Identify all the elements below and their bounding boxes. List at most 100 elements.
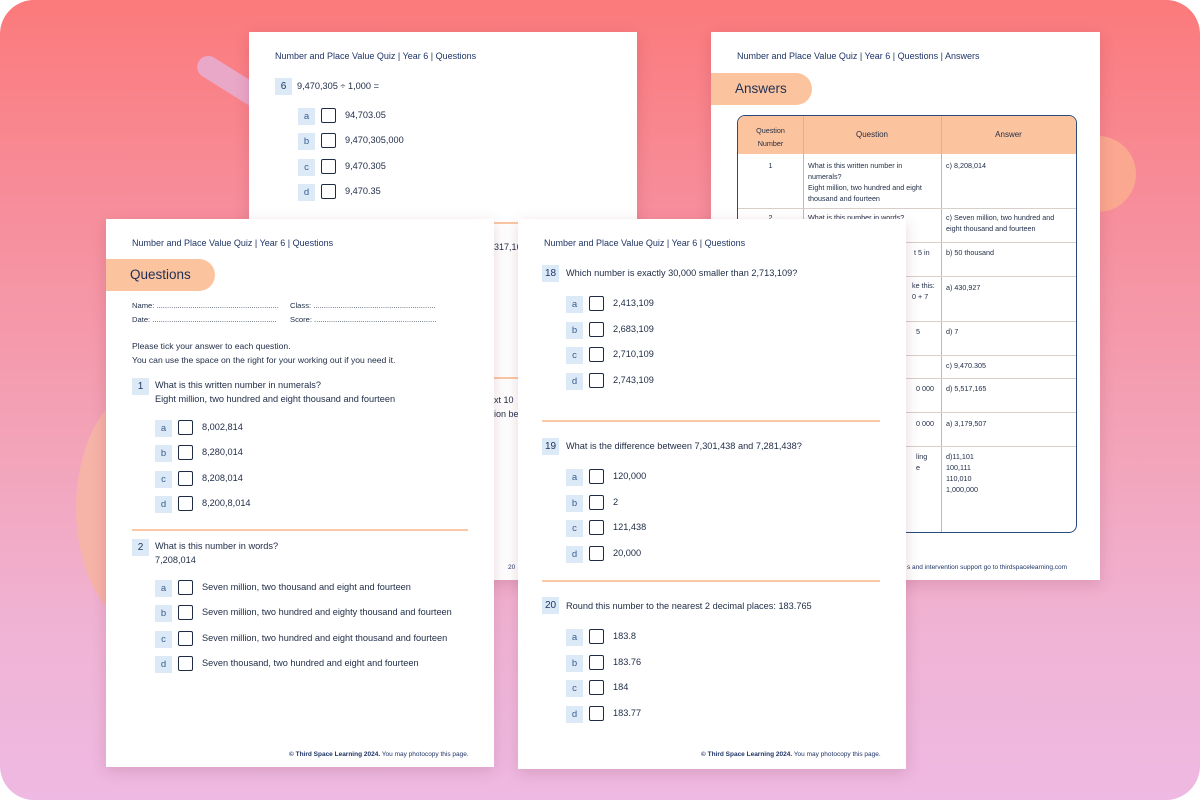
page-header: Number and Place Value Quiz | Year 6 | Q… <box>737 51 980 61</box>
option-text: 20,000 <box>613 548 642 558</box>
option-letter: b <box>155 605 172 622</box>
option-text: 9,470.305 <box>345 161 386 171</box>
score-field[interactable]: Score: .................................… <box>290 315 436 324</box>
answer-checkbox[interactable] <box>178 605 193 620</box>
column-header: Answer <box>995 130 1022 139</box>
option-text: 8,002,814 <box>202 422 243 432</box>
answer-checkbox[interactable] <box>589 520 604 535</box>
option-text: 121,438 <box>613 522 647 532</box>
option-text: 2,743,109 <box>613 375 654 385</box>
option-letter: a <box>566 629 583 646</box>
partial-text: xt 10 <box>494 395 514 405</box>
question-text: What is this number in words? 7,208,014 <box>155 539 278 567</box>
photocopy-note: You may photocopy this page. <box>380 751 469 758</box>
option-letter: a <box>155 420 172 437</box>
option-letter: d <box>155 496 172 513</box>
answer-checkbox[interactable] <box>589 706 604 721</box>
cell-line: 1,000,000 <box>946 485 978 494</box>
answer-checkbox[interactable] <box>589 495 604 510</box>
cell-line: d)11,101 <box>946 452 974 461</box>
answer-checkbox[interactable] <box>589 680 604 695</box>
question-number: 20 <box>542 597 559 614</box>
option-letter: d <box>298 184 315 201</box>
option-text: 183.77 <box>613 708 642 718</box>
answer-checkbox[interactable] <box>589 347 604 362</box>
answer-checkbox[interactable] <box>589 546 604 561</box>
section-title: Answers <box>711 73 812 105</box>
option-letter: b <box>566 655 583 672</box>
question-line: What is this written number in numerals? <box>155 380 321 390</box>
option-text: Seven million, two hundred and eighty th… <box>202 607 452 617</box>
answer-checkbox[interactable] <box>321 133 336 148</box>
answer-checkbox[interactable] <box>178 656 193 671</box>
answer-checkbox[interactable] <box>178 445 193 460</box>
option-text: 8,208,014 <box>202 473 243 483</box>
instruction-line: Please tick your answer to each question… <box>132 341 291 351</box>
option-text: 94,703.05 <box>345 110 386 120</box>
answer-checkbox[interactable] <box>178 420 193 435</box>
cell-line: c) Seven million, two hundred and <box>946 213 1055 222</box>
option-letter: c <box>566 347 583 364</box>
instructions: Please tick your answer to each question… <box>132 339 395 367</box>
table-cell: ke this: 0 + 7 <box>912 280 935 302</box>
date-field[interactable]: Date: ..................................… <box>132 315 277 324</box>
class-field[interactable]: Class: .................................… <box>290 301 436 310</box>
section-divider <box>542 420 880 422</box>
option-letter: b <box>155 445 172 462</box>
question-text: Which number is exactly 30,000 smaller t… <box>566 268 798 278</box>
instruction-line: You can use the space on the right for y… <box>132 355 396 365</box>
answer-checkbox[interactable] <box>321 108 336 123</box>
option-text: 183.76 <box>613 657 642 667</box>
column-header: Question Number <box>756 126 785 148</box>
question-number: 1 <box>132 378 149 395</box>
option-letter: c <box>566 680 583 697</box>
page-footer: © Third Space Learning 2024. You may pho… <box>289 751 469 758</box>
cell-line: 100,111 <box>946 463 971 472</box>
option-text: Seven million, two thousand and eight an… <box>202 582 411 592</box>
question-text: Round this number to the nearest 2 decim… <box>566 601 812 611</box>
answer-checkbox[interactable] <box>178 580 193 595</box>
page-header: Number and Place Value Quiz | Year 6 | Q… <box>132 238 334 248</box>
answer-checkbox[interactable] <box>321 184 336 199</box>
option-text: 8,200,8,014 <box>202 498 251 508</box>
cell-line: 110,010 <box>946 474 972 483</box>
worksheet-page-questions-18-20: Number and Place Value Quiz | Year 6 | Q… <box>518 219 906 769</box>
answer-checkbox[interactable] <box>178 471 193 486</box>
table-cell: t 5 in <box>914 248 930 257</box>
cell-line: eight thousand and fourteen <box>946 224 1036 233</box>
cell-line: e <box>916 463 920 472</box>
answer-checkbox[interactable] <box>589 655 604 670</box>
question-number: 18 <box>542 265 559 282</box>
name-field[interactable]: Name: ..................................… <box>132 301 279 310</box>
answer-checkbox[interactable] <box>589 373 604 388</box>
option-letter: c <box>155 631 172 648</box>
answer-checkbox[interactable] <box>178 496 193 511</box>
answer-checkbox[interactable] <box>321 159 336 174</box>
table-cell: a) 430,927 <box>946 283 981 292</box>
question-line: What is this number in words? <box>155 541 279 551</box>
question-text: What is this written number in numerals?… <box>155 378 395 406</box>
option-letter: a <box>566 469 583 486</box>
option-letter: d <box>566 706 583 723</box>
option-letter: d <box>566 373 583 390</box>
option-letter: b <box>566 495 583 512</box>
answer-checkbox[interactable] <box>589 322 604 337</box>
option-letter: b <box>298 133 315 150</box>
cell-line: ling <box>916 452 928 461</box>
table-cell: d)11,101 100,111 110,010 1,000,000 <box>946 451 978 495</box>
option-letter: d <box>155 656 172 673</box>
answer-checkbox[interactable] <box>589 629 604 644</box>
question-number: 19 <box>542 438 559 455</box>
table-cell: 0 000 <box>916 419 934 428</box>
option-text: Seven million, two hundred and eight tho… <box>202 633 448 643</box>
answer-checkbox[interactable] <box>178 631 193 646</box>
cell-line: ke this: <box>912 281 935 290</box>
table-cell: c) 9,470.305 <box>946 361 986 370</box>
answer-checkbox[interactable] <box>589 296 604 311</box>
answer-checkbox[interactable] <box>589 469 604 484</box>
table-cell: 0 000 <box>916 384 934 393</box>
option-text: 2,710,109 <box>613 349 654 359</box>
question-line: Eight million, two hundred and eight tho… <box>155 394 396 404</box>
cell-line: thousand and fourteen <box>808 194 880 203</box>
page-footer: © Third Space Learning 2024. You may pho… <box>701 751 881 758</box>
